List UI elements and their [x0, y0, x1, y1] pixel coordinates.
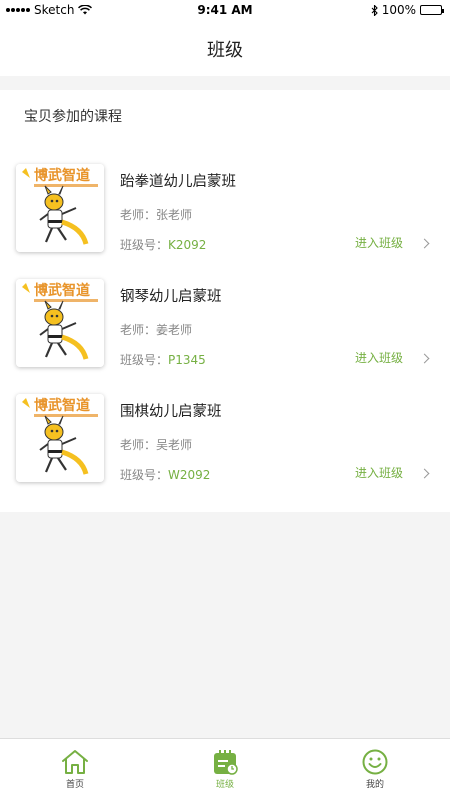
course-thumbnail: 博武智道 — [16, 279, 104, 367]
code-value: P1345 — [168, 353, 206, 367]
tab-mine[interactable]: 我的 — [300, 739, 450, 800]
section-title: 宝贝参加的课程 — [24, 109, 122, 125]
course-thumbnail: 博武智道 — [16, 394, 104, 482]
tab-class-label: 班级 — [215, 780, 234, 790]
enter-class-button[interactable]: 进入班级 — [354, 464, 430, 481]
status-right: 100% — [371, 3, 444, 17]
chevron-right-icon — [419, 468, 430, 479]
course-item: 博武智道 围棋幼儿启蒙班 老师：吴老师 班级号：W2092 进入班级 — [0, 394, 450, 494]
battery-icon — [420, 5, 444, 15]
course-name: 围棋幼儿启蒙班 — [120, 404, 222, 420]
enter-class-button[interactable]: 进入班级 — [354, 349, 430, 366]
page-title: 班级 — [207, 40, 243, 61]
code-value: W2092 — [168, 468, 211, 482]
svg-text:博武智道: 博武智道 — [34, 397, 90, 414]
course-item: 博武智道 跆拳道幼儿启蒙班 老师：张老师 班级号：K2092 进入班级 — [0, 164, 450, 264]
tab-class[interactable]: 班级 — [150, 739, 300, 800]
code-label: 班级号： — [120, 468, 169, 482]
course-teacher: 老师：姜老师 — [120, 321, 192, 338]
code-value: K2092 — [168, 238, 207, 252]
nav-bar: 班级 — [0, 22, 450, 76]
smile-icon — [362, 749, 388, 775]
bluetooth-icon — [371, 4, 378, 16]
course-code: 班级号：K2092 — [120, 236, 206, 253]
course-code: 班级号：W2092 — [120, 466, 210, 483]
taekwondo-kangaroo-logo-icon: 博武智道 — [16, 164, 104, 252]
course-thumbnail: 博武智道 — [16, 164, 104, 252]
teacher-name: 张老师 — [156, 208, 193, 222]
svg-text:博武智道: 博武智道 — [34, 167, 90, 184]
tab-mine-label: 我的 — [365, 780, 384, 790]
enter-class-label: 进入班级 — [354, 466, 403, 480]
chevron-right-icon — [419, 353, 430, 364]
code-label: 班级号： — [120, 353, 169, 367]
taekwondo-kangaroo-logo-icon: 博武智道 — [16, 394, 104, 482]
battery-percent: 100% — [381, 3, 416, 17]
enter-class-label: 进入班级 — [354, 236, 403, 250]
enter-class-label: 进入班级 — [354, 351, 403, 365]
chevron-right-icon — [419, 238, 430, 249]
course-teacher: 老师：吴老师 — [120, 436, 192, 453]
home-icon — [62, 750, 88, 774]
taekwondo-kangaroo-logo-icon: 博武智道 — [16, 279, 104, 367]
svg-text:博武智道: 博武智道 — [34, 282, 90, 299]
status-bar: Sketch 9:41 AM 100% — [0, 0, 450, 22]
tab-home-label: 首页 — [65, 780, 84, 790]
enter-class-button[interactable]: 进入班级 — [354, 234, 430, 251]
teacher-label: 老师： — [120, 323, 157, 337]
teacher-label: 老师： — [120, 438, 157, 452]
course-name: 跆拳道幼儿启蒙班 — [120, 174, 236, 190]
tab-home[interactable]: 首页 — [0, 739, 150, 800]
tab-bar: 首页 班级 我的 — [0, 738, 450, 800]
course-name: 钢琴幼儿启蒙班 — [120, 289, 222, 305]
course-section: 宝贝参加的课程 博武智道 跆拳道幼儿启蒙班 老师：张老师 班级号：K2092 进… — [0, 90, 450, 512]
teacher-name: 吴老师 — [156, 438, 193, 452]
class-calendar-icon — [214, 750, 238, 775]
teacher-label: 老师： — [120, 208, 157, 222]
teacher-name: 姜老师 — [156, 323, 193, 337]
code-label: 班级号： — [120, 238, 169, 252]
course-teacher: 老师：张老师 — [120, 206, 192, 223]
course-item: 博武智道 钢琴幼儿启蒙班 老师：姜老师 班级号：P1345 进入班级 — [0, 279, 450, 379]
course-code: 班级号：P1345 — [120, 351, 206, 368]
